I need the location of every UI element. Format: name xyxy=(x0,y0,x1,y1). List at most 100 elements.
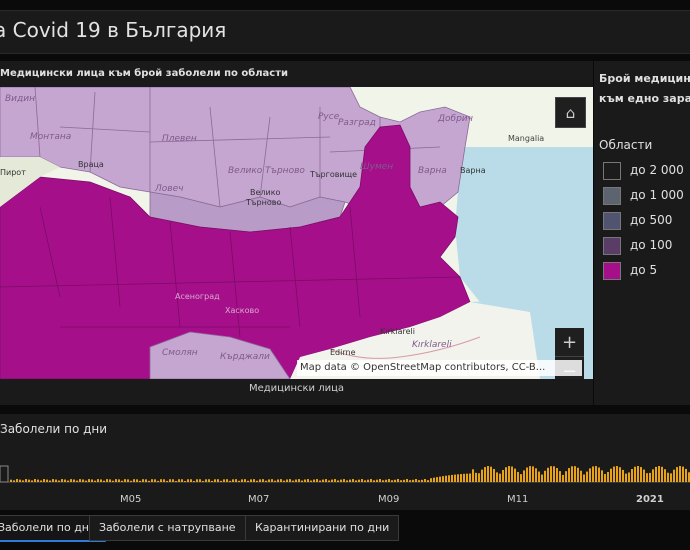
map-label-veliko-tarnovo: Велико Търново xyxy=(228,166,305,176)
chart-bar xyxy=(580,470,582,482)
chart-bar xyxy=(472,469,474,482)
chart-bar xyxy=(130,480,132,482)
chart-bar xyxy=(259,479,261,482)
chart-bar xyxy=(247,480,249,482)
home-button[interactable]: ⌂ xyxy=(555,97,586,128)
chart-bar xyxy=(271,479,273,482)
map-label-edirne: Edirne xyxy=(330,348,356,357)
chart-bar xyxy=(262,479,264,482)
chart-bar xyxy=(568,468,570,482)
chart-bar xyxy=(106,479,108,482)
chart-bar xyxy=(304,479,306,482)
chart-bar xyxy=(10,479,12,482)
chart-bar xyxy=(445,475,447,482)
chart-bar xyxy=(109,479,111,482)
chart-bar xyxy=(655,466,657,482)
chart-bar xyxy=(469,473,471,482)
chart-bar xyxy=(421,479,423,482)
tab-cumulative-cases[interactable]: Заболели с натрупване xyxy=(89,515,246,541)
chart-bar xyxy=(121,480,123,482)
legend-swatch xyxy=(603,237,621,255)
chart-bar xyxy=(433,477,435,482)
chart-bar xyxy=(265,480,267,482)
chart-bar xyxy=(520,474,522,482)
chart-bar xyxy=(478,473,480,482)
chart-bar xyxy=(235,479,237,482)
chart-bar xyxy=(550,466,552,482)
tab-quarantined-daily[interactable]: Карантинирани по дни xyxy=(245,515,400,541)
chart-bar xyxy=(250,479,252,482)
chart-bar xyxy=(607,472,609,482)
chart-bar xyxy=(169,479,171,482)
chart-bar xyxy=(412,479,414,482)
chart-bar xyxy=(178,479,180,482)
chart-bar xyxy=(301,480,303,482)
legend-swatch xyxy=(603,162,621,180)
chart-bar xyxy=(475,472,477,482)
chart-bar xyxy=(505,467,507,482)
chart-bar xyxy=(427,480,429,482)
chart-bar xyxy=(190,479,192,482)
legend-label: до 2 000 xyxy=(630,163,684,177)
chart-bar xyxy=(241,479,243,482)
chart-bar xyxy=(142,479,144,482)
home-icon: ⌂ xyxy=(565,103,576,122)
chart-bar xyxy=(25,479,27,482)
chart-bar xyxy=(22,480,24,482)
map-label-targovishte: Търговище xyxy=(309,170,357,179)
chart-bar xyxy=(538,471,540,482)
chart-bar xyxy=(118,479,120,482)
chart-bar xyxy=(604,474,606,482)
chart-bar xyxy=(544,470,546,482)
chart-bar xyxy=(286,479,288,482)
map-label-vratsa: Враца xyxy=(78,160,104,169)
chart-bar xyxy=(646,473,648,482)
chart-bar xyxy=(157,480,159,482)
chart-bar xyxy=(217,479,219,482)
chart-bar xyxy=(124,479,126,482)
chart-panel: Заболели по дни M05 M07 M09 M11 2021 xyxy=(0,414,690,510)
chart-bar xyxy=(373,480,375,482)
chart-bar xyxy=(214,479,216,482)
chart-bar xyxy=(634,466,636,482)
chart-bar xyxy=(685,468,687,482)
chart-bar xyxy=(631,469,633,482)
chart-bar xyxy=(61,479,63,482)
chart-bar xyxy=(76,480,78,482)
chart-bar xyxy=(133,479,135,482)
chart-bar xyxy=(211,480,213,482)
chart-bar xyxy=(13,480,15,482)
chart-bar xyxy=(382,480,384,482)
map-label-pleven: Плевен xyxy=(162,134,197,144)
chart-bar xyxy=(508,466,510,482)
chart-brush-handle[interactable] xyxy=(0,465,9,483)
zoom-in-button[interactable]: + xyxy=(555,328,584,357)
legend-swatch xyxy=(603,212,621,230)
chart-bar xyxy=(238,480,240,482)
legend-subtitle: Области xyxy=(599,138,653,152)
chart-bar xyxy=(586,471,588,482)
chart-bar xyxy=(97,479,99,482)
map-label-tarnovo-city: Търново xyxy=(245,198,281,207)
map-view[interactable]: Видин Монтана Плевен Русе Разград Добрич… xyxy=(0,87,593,379)
chart-bar xyxy=(523,470,525,482)
chart-bar xyxy=(34,479,36,482)
chart-bar xyxy=(79,479,81,482)
chart-bar xyxy=(424,479,426,482)
map-title: Медицински лица към брой заболели по обл… xyxy=(0,68,289,79)
month-label: M05 xyxy=(120,494,141,505)
chart-bar xyxy=(364,480,366,482)
chart-bar xyxy=(355,480,357,482)
chart-bar xyxy=(91,479,93,482)
chart-bar xyxy=(640,467,642,482)
chart-bar xyxy=(199,479,201,482)
map-label-varna-city: Варна xyxy=(460,166,486,175)
map-label-kirklareli-region: Kırklareli xyxy=(412,340,452,350)
daily-cases-chart[interactable]: M05 M07 M09 M11 2021 xyxy=(0,450,690,510)
map-attribution[interactable]: Map data © OpenStreetMap contributors, C… xyxy=(297,360,582,376)
month-label: M07 xyxy=(248,494,269,505)
bulgaria-map[interactable]: Видин Монтана Плевен Русе Разград Добрич… xyxy=(0,87,593,379)
chart-bar xyxy=(367,479,369,482)
chart-bar xyxy=(328,480,330,482)
legend-panel: Брой медицински лица към едно заразено л… xyxy=(594,61,690,405)
